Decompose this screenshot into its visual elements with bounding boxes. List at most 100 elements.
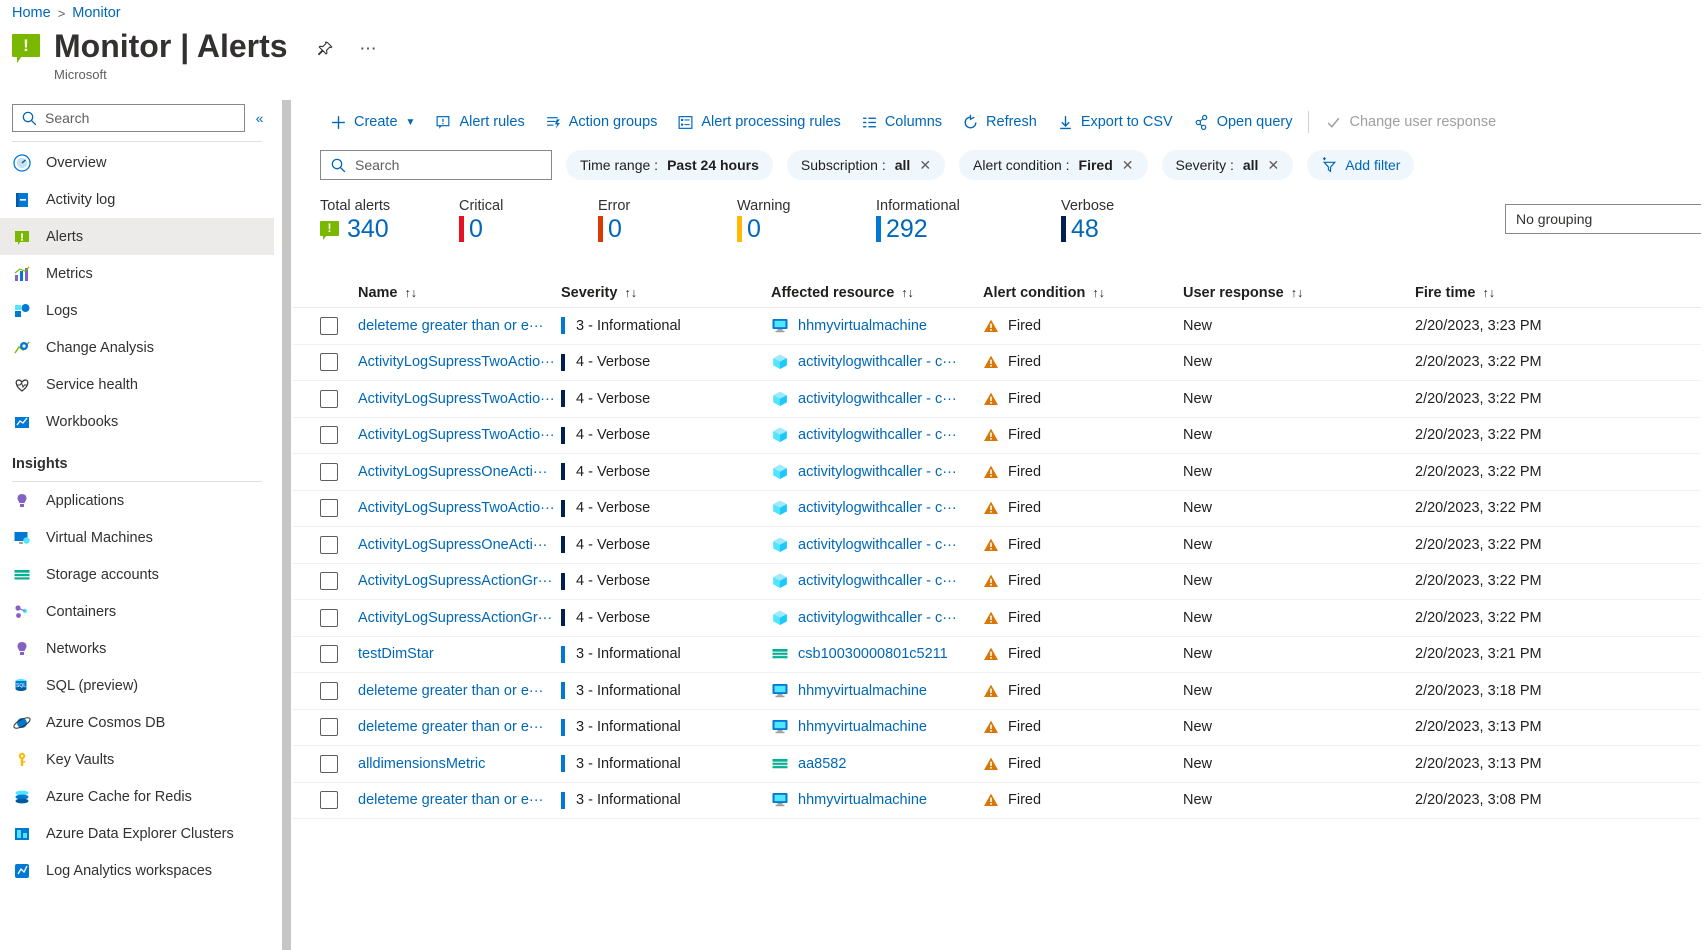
- remove-filter-icon[interactable]: ✕: [1267, 158, 1279, 172]
- sidebar-item-overview[interactable]: Overview: [0, 144, 274, 181]
- page-scrollbar[interactable]: [1701, 100, 1705, 950]
- sort-icon[interactable]: ↑↓: [624, 286, 637, 300]
- row-checkbox[interactable]: [320, 645, 338, 663]
- sidebar-item-workbooks[interactable]: Workbooks: [0, 403, 274, 440]
- refresh-button[interactable]: Refresh: [952, 106, 1047, 138]
- table-row[interactable]: ActivityLogSupressTwoActio···4 - Verbose…: [292, 345, 1705, 382]
- row-checkbox[interactable]: [320, 718, 338, 736]
- table-row[interactable]: ActivityLogSupressActionGr···4 - Verbose…: [292, 600, 1705, 637]
- counter-critical[interactable]: Critical 0: [459, 198, 598, 243]
- sidebar-item-azure-data-explorer-clusters[interactable]: Azure Data Explorer Clusters: [0, 815, 274, 852]
- header-affected-resource[interactable]: Affected resource↑↓: [771, 285, 983, 301]
- alert-name-link[interactable]: ActivityLogSupressTwoActio···: [358, 354, 561, 370]
- add-filter-button[interactable]: Add filter: [1307, 150, 1414, 180]
- alerts-search-input[interactable]: [355, 157, 542, 173]
- alert-name-link[interactable]: ActivityLogSupressOneActi···: [358, 537, 561, 553]
- sort-icon[interactable]: ↑↓: [405, 286, 418, 300]
- row-checkbox[interactable]: [320, 499, 338, 517]
- row-checkbox[interactable]: [320, 755, 338, 773]
- table-row[interactable]: deleteme greater than or e···3 - Informa…: [292, 783, 1705, 820]
- table-row[interactable]: ActivityLogSupressTwoActio···4 - Verbose…: [292, 381, 1705, 418]
- affected-resource-link[interactable]: activitylogwithcaller - c···: [798, 391, 957, 407]
- alert-name-link[interactable]: ActivityLogSupressActionGr···: [358, 610, 561, 626]
- sidebar-item-storage-accounts[interactable]: Storage accounts: [0, 556, 274, 593]
- table-row[interactable]: testDimStar3 - Informationalcsb100300008…: [292, 637, 1705, 674]
- affected-resource-link[interactable]: activitylogwithcaller - c···: [798, 354, 957, 370]
- filter-pill-alert-condition[interactable]: Alert condition : Fired ✕: [959, 150, 1147, 180]
- header-alert-condition[interactable]: Alert condition↑↓: [983, 285, 1183, 301]
- sidebar-item-azure-cache-for-redis[interactable]: Azure Cache for Redis: [0, 778, 274, 815]
- table-row[interactable]: ActivityLogSupressTwoActio···4 - Verbose…: [292, 418, 1705, 455]
- sort-icon[interactable]: ↑↓: [901, 286, 914, 300]
- sidebar-item-alerts[interactable]: Alerts: [0, 218, 274, 255]
- table-row[interactable]: deleteme greater than or e···3 - Informa…: [292, 308, 1705, 345]
- affected-resource-link[interactable]: csb10030000801c5211: [798, 646, 948, 662]
- alert-name-link[interactable]: deleteme greater than or e···: [358, 318, 561, 334]
- row-checkbox[interactable]: [320, 609, 338, 627]
- counter-warning[interactable]: Warning 0: [737, 198, 876, 243]
- create-button[interactable]: Create ▼: [320, 106, 425, 138]
- pin-icon[interactable]: [312, 36, 338, 62]
- collapse-sidebar-icon[interactable]: «: [245, 104, 274, 132]
- sidebar-item-change-analysis[interactable]: Change Analysis: [0, 329, 274, 366]
- affected-resource-link[interactable]: hhmyvirtualmachine: [798, 792, 927, 808]
- row-checkbox[interactable]: [320, 682, 338, 700]
- counter-total-alerts[interactable]: Total alerts ! 340: [320, 198, 459, 243]
- sidebar-search[interactable]: [12, 104, 245, 132]
- affected-resource-link[interactable]: hhmyvirtualmachine: [798, 683, 927, 699]
- affected-resource-link[interactable]: activitylogwithcaller - c···: [798, 573, 957, 589]
- header-fire-time[interactable]: Fire time↑↓: [1415, 285, 1615, 301]
- header-name[interactable]: Name↑↓: [358, 285, 561, 301]
- alert-name-link[interactable]: deleteme greater than or e···: [358, 792, 561, 808]
- alert-name-link[interactable]: deleteme greater than or e···: [358, 719, 561, 735]
- row-checkbox[interactable]: [320, 390, 338, 408]
- grouping-dropdown[interactable]: No grouping: [1505, 204, 1705, 234]
- alert-processing-rules-button[interactable]: Alert processing rules: [667, 106, 850, 138]
- columns-button[interactable]: Columns: [851, 106, 952, 138]
- sidebar-item-networks[interactable]: Networks: [0, 630, 274, 667]
- alert-name-link[interactable]: ActivityLogSupressActionGr···: [358, 573, 561, 589]
- alerts-search[interactable]: [320, 150, 552, 180]
- alert-name-link[interactable]: ActivityLogSupressTwoActio···: [358, 391, 561, 407]
- sort-icon[interactable]: ↑↓: [1092, 286, 1105, 300]
- affected-resource-link[interactable]: activitylogwithcaller - c···: [798, 427, 957, 443]
- affected-resource-link[interactable]: activitylogwithcaller - c···: [798, 464, 957, 480]
- header-severity[interactable]: Severity↑↓: [561, 285, 771, 301]
- alert-name-link[interactable]: ActivityLogSupressTwoActio···: [358, 500, 561, 516]
- sidebar-item-virtual-machines[interactable]: Virtual Machines: [0, 519, 274, 556]
- sidebar-search-input[interactable]: [45, 110, 236, 126]
- table-row[interactable]: deleteme greater than or e···3 - Informa…: [292, 673, 1705, 710]
- header-user-response[interactable]: User response↑↓: [1183, 285, 1415, 301]
- affected-resource-link[interactable]: activitylogwithcaller - c···: [798, 537, 957, 553]
- sidebar-item-key-vaults[interactable]: Key Vaults: [0, 741, 274, 778]
- filter-pill-severity[interactable]: Severity : all ✕: [1162, 150, 1294, 180]
- remove-filter-icon[interactable]: ✕: [919, 158, 931, 172]
- table-row[interactable]: ActivityLogSupressActionGr···4 - Verbose…: [292, 564, 1705, 601]
- alert-name-link[interactable]: alldimensionsMetric: [358, 756, 561, 772]
- counter-verbose[interactable]: Verbose 48: [1061, 198, 1200, 243]
- alert-name-link[interactable]: ActivityLogSupressOneActi···: [358, 464, 561, 480]
- remove-filter-icon[interactable]: ✕: [1122, 158, 1134, 172]
- affected-resource-link[interactable]: hhmyvirtualmachine: [798, 719, 927, 735]
- open-query-button[interactable]: Open query: [1183, 106, 1303, 138]
- export-csv-button[interactable]: Export to CSV: [1047, 106, 1183, 138]
- sidebar-item-activity-log[interactable]: Activity log: [0, 181, 274, 218]
- alert-rules-button[interactable]: Alert rules: [425, 106, 534, 138]
- content-scrollbar[interactable]: [282, 100, 291, 950]
- sidebar-item-sql-preview[interactable]: SQL SQL (preview): [0, 667, 274, 704]
- row-checkbox[interactable]: [320, 353, 338, 371]
- affected-resource-link[interactable]: activitylogwithcaller - c···: [798, 500, 957, 516]
- row-checkbox[interactable]: [320, 463, 338, 481]
- alert-name-link[interactable]: testDimStar: [358, 646, 561, 662]
- sidebar-item-logs[interactable]: Logs: [0, 292, 274, 329]
- sidebar-item-metrics[interactable]: Metrics: [0, 255, 274, 292]
- affected-resource-link[interactable]: activitylogwithcaller - c···: [798, 610, 957, 626]
- row-checkbox[interactable]: [320, 791, 338, 809]
- sidebar-item-log-analytics-workspaces[interactable]: Log Analytics workspaces: [0, 852, 274, 889]
- sort-icon[interactable]: ↑↓: [1482, 286, 1495, 300]
- row-checkbox[interactable]: [320, 317, 338, 335]
- sidebar-item-service-health[interactable]: Service health: [0, 366, 274, 403]
- filter-pill-subscription[interactable]: Subscription : all ✕: [787, 150, 945, 180]
- row-checkbox[interactable]: [320, 536, 338, 554]
- sort-icon[interactable]: ↑↓: [1291, 286, 1304, 300]
